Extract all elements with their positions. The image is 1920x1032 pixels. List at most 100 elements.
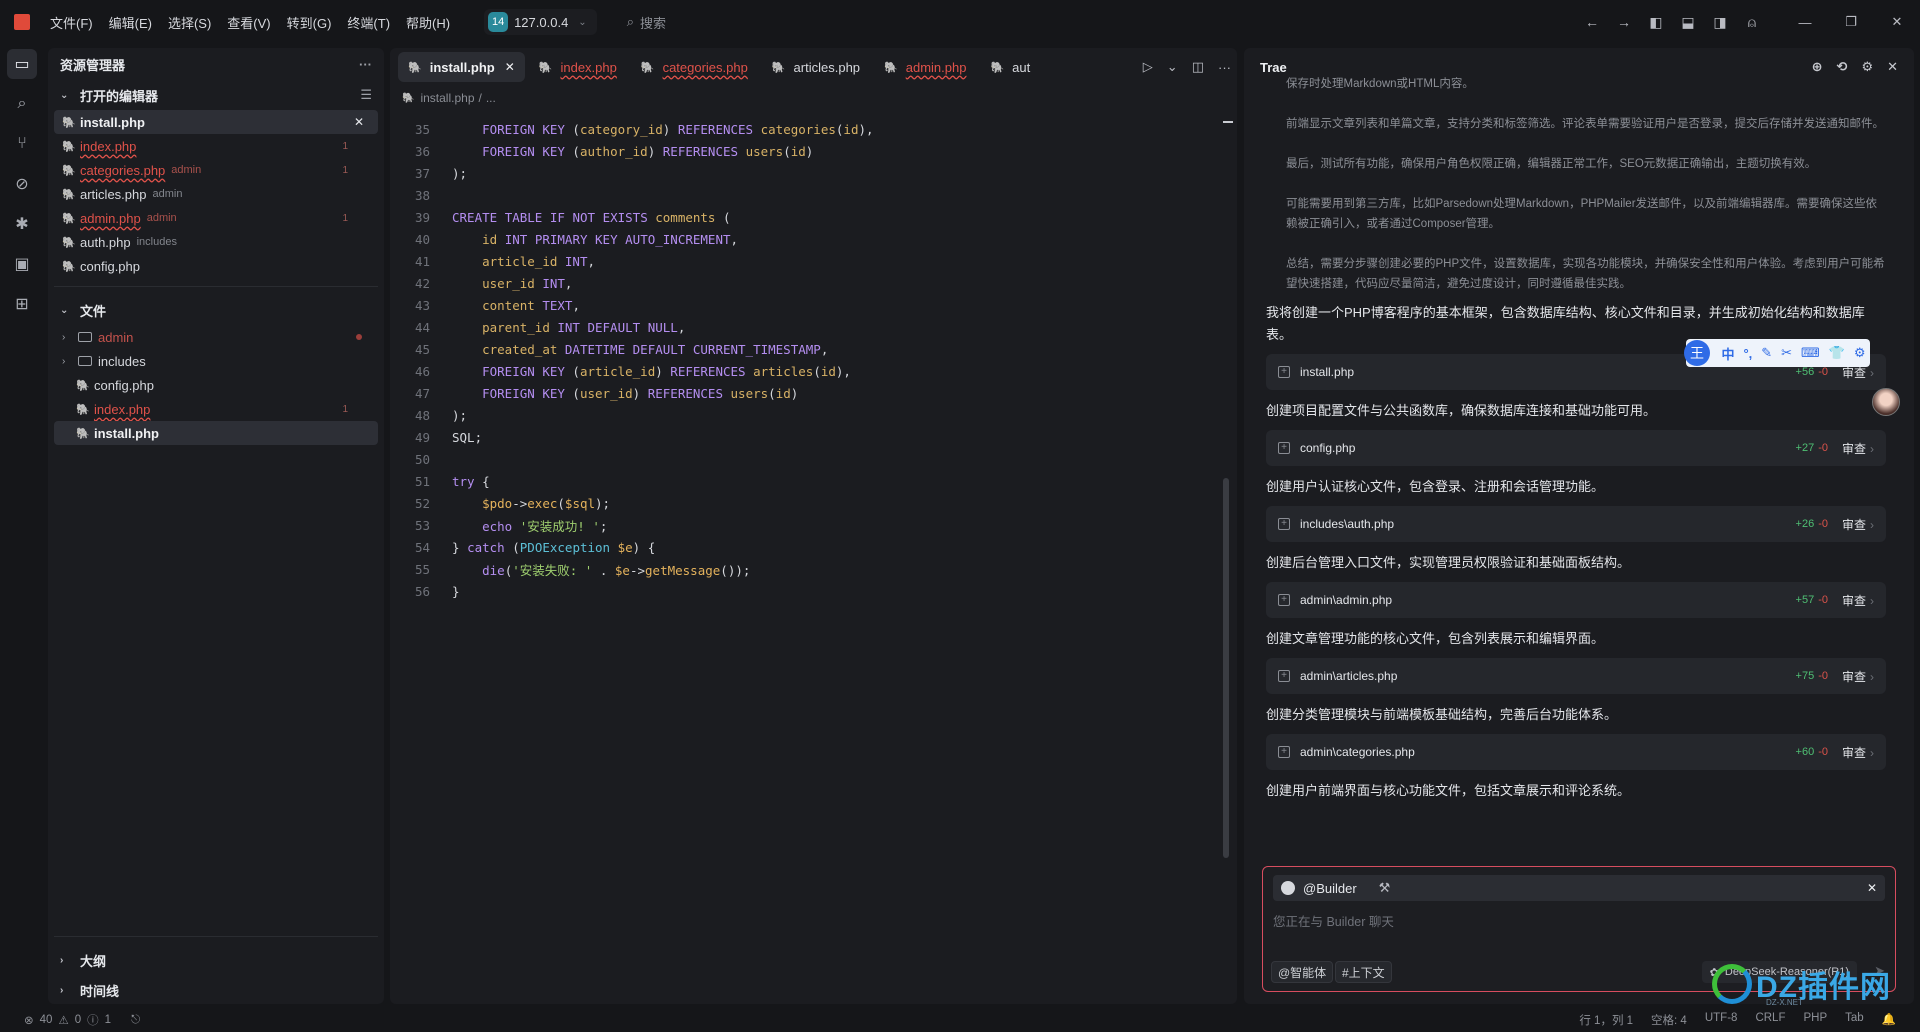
tab-categories-php[interactable]: 🐘 categories.php [631, 52, 758, 82]
filter-icon[interactable]: ☰ [360, 87, 372, 103]
close-window-icon[interactable]: ✕ [1874, 14, 1920, 30]
tab-articles-php[interactable]: 🐘 articles.php [762, 52, 870, 82]
chevron-down-icon[interactable]: ⌄ [1167, 59, 1178, 75]
open-editor-item[interactable]: 🐘 auth.php includes [48, 230, 384, 254]
file-change-card[interactable]: + config.php +27 -0 审查 › [1266, 430, 1886, 466]
remote-host-selector[interactable]: 14 127.0.0.4 ⌄ [484, 9, 597, 35]
code-line[interactable]: 35 FOREIGN KEY (category_id) REFERENCES … [390, 118, 1220, 140]
code-line[interactable]: 46 FOREIGN KEY (article_id) REFERENCES a… [390, 360, 1220, 382]
explorer-activity[interactable]: ▭ [0, 44, 44, 84]
line-ending[interactable]: CRLF [1755, 1012, 1785, 1028]
code-line[interactable]: 38 [390, 184, 1220, 206]
expand-icon[interactable]: + [1278, 670, 1290, 682]
bell-icon[interactable]: 🔔 [1882, 1012, 1896, 1028]
ime-tool-icon[interactable]: ✂ [1781, 345, 1792, 361]
expand-icon[interactable]: + [1278, 518, 1290, 530]
tab-auth-php[interactable]: 🐘 aut [980, 52, 1040, 82]
remote-icon[interactable]: ⊘ [0, 164, 44, 204]
code-line[interactable]: 56} [390, 580, 1220, 602]
open-editor-item[interactable]: 🐘 categories.php admin 1 [48, 158, 384, 182]
tab-mode[interactable]: Tab [1845, 1012, 1864, 1028]
tab-admin-php[interactable]: 🐘 admin.php [874, 52, 976, 82]
more-icon[interactable]: ··· [1218, 60, 1231, 75]
file-change-card[interactable]: + includes\auth.php +26 -0 审查 › [1266, 506, 1886, 542]
menu-edit[interactable]: 编辑(E) [109, 13, 152, 32]
tree-folder[interactable]: › admin [48, 325, 384, 349]
menu-file[interactable]: 文件(F) [50, 13, 93, 32]
more-icon[interactable]: ··· [359, 57, 372, 72]
forward-arrow-icon[interactable]: → [1608, 14, 1640, 30]
review-button[interactable]: 审查 › [1842, 440, 1874, 457]
extensions-icon[interactable]: ⊞ [0, 284, 44, 324]
code-line[interactable]: 42 user_id INT, [390, 272, 1220, 294]
files-header[interactable]: ⌄ 文件 [48, 295, 384, 325]
share-icon[interactable]: ⎋ [131, 1014, 140, 1027]
close-icon[interactable]: ✕ [1867, 881, 1877, 895]
code-line[interactable]: 48); [390, 404, 1220, 426]
indent-setting[interactable]: 空格: 4 [1651, 1012, 1687, 1028]
breadcrumb-more[interactable]: ... [486, 91, 496, 105]
encoding[interactable]: UTF-8 [1705, 1012, 1738, 1028]
close-icon[interactable]: ✕ [1887, 59, 1898, 75]
close-icon[interactable]: ✕ [354, 115, 364, 129]
code-line[interactable]: 39 CREATE TABLE IF NOT EXISTS comments ( [390, 206, 1220, 228]
open-editor-item[interactable]: 🐘 admin.php admin 1 [48, 206, 384, 230]
tree-file[interactable]: 🐘 config.php [48, 373, 384, 397]
run-icon[interactable]: ▷ [1143, 59, 1153, 75]
expand-icon[interactable]: + [1278, 442, 1290, 454]
menu-view[interactable]: 查看(V) [227, 13, 270, 32]
outline-header[interactable]: › 大纲 [48, 945, 384, 975]
open-editors-header[interactable]: ⌄ 打开的编辑器 ☰ [48, 80, 384, 110]
code-line[interactable]: 41 article_id INT, [390, 250, 1220, 272]
chat-input[interactable]: 您正在与 Builder 聊天 [1273, 911, 1394, 930]
ime-keyboard-icon[interactable]: ⌨ [1801, 345, 1820, 361]
agent-selector[interactable]: @Builder ⚒ ✕ [1273, 875, 1885, 901]
menu-select[interactable]: 选择(S) [168, 13, 211, 32]
code-line[interactable]: 51 try { [390, 470, 1220, 492]
history-icon[interactable]: ⟲ [1837, 59, 1848, 75]
toggle-panel-icon[interactable]: ⬓ [1672, 14, 1704, 31]
ime-mode-icon[interactable]: 中 [1721, 344, 1734, 363]
file-change-card[interactable]: + admin\articles.php +75 -0 审查 › [1266, 658, 1886, 694]
expand-icon[interactable]: + [1278, 746, 1290, 758]
problems-summary[interactable]: ⊗ 40 ⚠ 0 ⓘ 1 ⎋ [24, 1012, 146, 1028]
code-line[interactable]: 47 FOREIGN KEY (user_id) REFERENCES user… [390, 382, 1220, 404]
code-line[interactable]: 54} catch (PDOException $e) { [390, 536, 1220, 558]
timeline-header[interactable]: › 时间线 [48, 975, 384, 1005]
open-editor-item[interactable]: 🐘 config.php [48, 254, 384, 278]
account-icon[interactable]: ⍝ [1736, 14, 1768, 31]
tree-folder[interactable]: › includes [48, 349, 384, 373]
review-button[interactable]: 审查 › [1842, 516, 1874, 533]
code-line[interactable]: 45 created_at DATETIME DEFAULT CURRENT_T… [390, 338, 1220, 360]
review-button[interactable]: 审查 › [1842, 592, 1874, 609]
ime-skin-icon[interactable]: 👕 [1829, 345, 1845, 361]
gear-icon[interactable]: ⚙ [1861, 59, 1873, 75]
expand-icon[interactable]: + [1278, 366, 1290, 378]
command-search[interactable]: ⌕ 搜索 [627, 13, 666, 32]
review-button[interactable]: 审查 › [1842, 668, 1874, 685]
close-icon[interactable]: ✕ [505, 60, 515, 74]
open-editor-item[interactable]: 🐘 articles.php admin [48, 182, 384, 206]
new-chat-icon[interactable]: ⊕ [1812, 59, 1823, 75]
ime-settings-icon[interactable]: ⚙ [1854, 345, 1866, 361]
breadcrumb-file[interactable]: install.php [420, 91, 474, 105]
code-line[interactable]: 43 content TEXT, [390, 294, 1220, 316]
menu-help[interactable]: 帮助(H) [406, 13, 450, 32]
code-line[interactable]: 52 $pdo->exec($sql); [390, 492, 1220, 514]
code-line[interactable]: 36 FOREIGN KEY (author_id) REFERENCES us… [390, 140, 1220, 162]
code-line[interactable]: 44 parent_id INT DEFAULT NULL, [390, 316, 1220, 338]
open-editor-item[interactable]: 🐘 install.php ✕ [54, 110, 378, 134]
context-chip-button[interactable]: #上下文 [1335, 961, 1392, 983]
review-button[interactable]: 审查 › [1842, 744, 1874, 761]
toggle-sidebar-icon[interactable]: ◧ [1640, 14, 1672, 31]
file-change-card[interactable]: + admin\categories.php +60 -0 审查 › [1266, 734, 1886, 770]
debug-icon[interactable]: ✱ [0, 204, 44, 244]
code-line[interactable]: 53 echo '安装成功! '; [390, 514, 1220, 536]
ime-handwrite-icon[interactable]: ✎ [1761, 345, 1772, 361]
ime-punct-icon[interactable]: °, [1743, 346, 1752, 361]
tree-file[interactable]: 🐘 index.php 1 [48, 397, 384, 421]
code-area[interactable]: 35 FOREIGN KEY (category_id) REFERENCES … [390, 118, 1220, 1004]
editor-scrollbar[interactable] [1223, 478, 1229, 858]
tree-file[interactable]: 🐘 install.php [54, 421, 378, 445]
menu-terminal[interactable]: 终端(T) [347, 13, 390, 32]
